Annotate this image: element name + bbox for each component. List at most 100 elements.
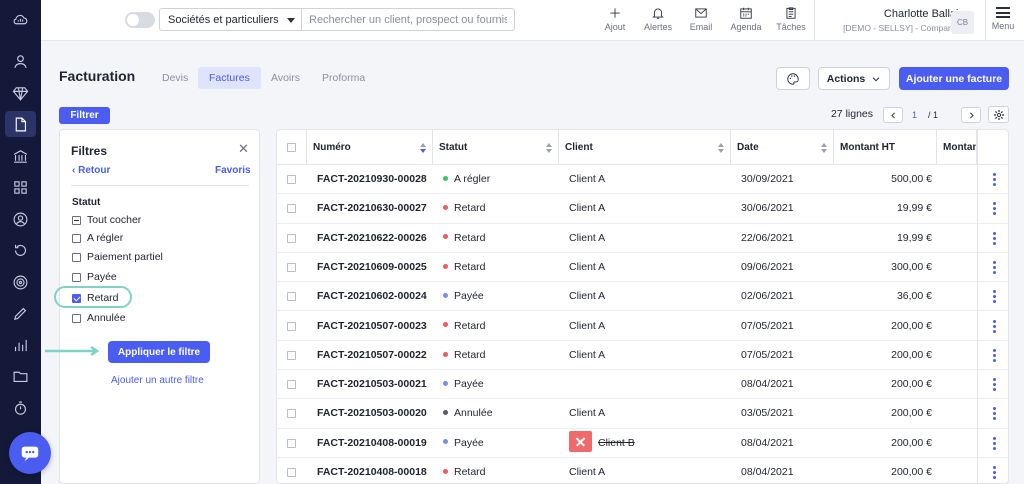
prev-page-button[interactable] — [883, 107, 903, 123]
pencil-icon[interactable] — [5, 300, 36, 326]
checkbox[interactable] — [72, 252, 81, 262]
row-checkbox[interactable] — [287, 262, 296, 272]
client-cell[interactable]: Client A — [569, 341, 605, 370]
column-montant[interactable]: Montant — [937, 130, 977, 165]
table-row[interactable]: FACT-20210630-00027 Retard Client A 30/06/2… — [277, 194, 1008, 224]
client-cell[interactable]: Client A — [569, 165, 605, 194]
invoice-number[interactable]: FACT-20210507-00023 — [317, 312, 427, 341]
table-row[interactable]: FACT-20210408-00019 Payée Client B 08/04/20… — [277, 429, 1008, 458]
close-icon[interactable]: ✕ — [238, 141, 249, 157]
agenda-button[interactable]: Agenda — [724, 6, 768, 32]
row-menu-icon[interactable] — [993, 319, 996, 333]
diamond-icon[interactable] — [5, 80, 36, 106]
invoice-number[interactable]: FACT-20210630-00027 — [317, 194, 427, 223]
cloud-logo-icon[interactable] — [5, 6, 36, 32]
select-all-checkbox[interactable] — [287, 143, 296, 152]
table-row[interactable]: FACT-20210503-00020 Annulée Client A 03/05/… — [277, 399, 1008, 429]
bar-chart-icon[interactable] — [5, 332, 36, 358]
invoice-number[interactable]: FACT-20210507-00022 — [317, 341, 427, 370]
chat-bubble-icon[interactable] — [9, 432, 51, 474]
table-row[interactable]: FACT-20210930-00028 A régler Client A 30/09… — [277, 165, 1008, 195]
client-cell[interactable]: Client A — [569, 458, 605, 483]
client-cell[interactable]: Client A — [569, 282, 605, 311]
avatar[interactable]: CB — [951, 11, 974, 34]
checkbox[interactable] — [72, 272, 81, 282]
menu-button[interactable]: Menu — [985, 5, 1021, 31]
filter-option-payee[interactable]: Payée — [72, 270, 117, 284]
client-cell[interactable]: Client A — [569, 399, 605, 428]
row-checkbox[interactable] — [287, 292, 296, 302]
column-date[interactable]: Date — [731, 130, 834, 165]
tasks-button[interactable]: Tâches — [769, 6, 813, 32]
invoice-number[interactable]: FACT-20210622-00026 — [317, 224, 427, 253]
client-type-select[interactable]: Sociétés et particuliers — [159, 8, 302, 31]
row-menu-icon[interactable] — [993, 290, 996, 304]
row-menu-icon[interactable] — [993, 260, 996, 274]
document-icon[interactable] — [5, 111, 36, 137]
column-client[interactable]: Client — [559, 130, 731, 165]
checkbox[interactable] — [72, 215, 81, 225]
invoice-number[interactable]: FACT-20210408-00019 — [317, 429, 427, 458]
row-menu-icon[interactable] — [993, 173, 996, 186]
row-menu-icon[interactable] — [993, 407, 996, 421]
apply-filter-button[interactable]: Appliquer le filtre — [108, 341, 210, 363]
filter-option-select-all[interactable]: Tout cocher — [72, 213, 141, 227]
filter-option-paiement-partiel[interactable]: Paiement partiel — [72, 250, 163, 264]
back-link[interactable]: ‹ Retour — [72, 165, 110, 176]
table-row[interactable]: FACT-20210609-00025 Retard Client A 09/06/2… — [277, 253, 1008, 283]
checkbox[interactable] — [72, 233, 81, 243]
email-button[interactable]: Email — [679, 6, 723, 32]
checkbox[interactable] — [72, 313, 81, 323]
client-cell[interactable]: Client A — [569, 194, 605, 223]
row-menu-icon[interactable] — [993, 202, 996, 216]
folder-icon[interactable] — [5, 363, 36, 389]
column-statut[interactable]: Statut — [433, 130, 559, 165]
table-row[interactable]: FACT-20210602-00024 Payée Client A 02/06/20… — [277, 282, 1008, 312]
row-menu-icon[interactable] — [993, 466, 996, 479]
table-row[interactable]: FACT-20210503-00021 Payée 08/04/2021 200,00… — [277, 370, 1008, 400]
add-invoice-button[interactable]: Ajouter une facture — [899, 67, 1009, 90]
filter-option-annulee[interactable]: Annulée — [72, 311, 126, 325]
row-menu-icon[interactable] — [993, 436, 996, 450]
table-settings-button[interactable] — [988, 106, 1009, 123]
actions-dropdown[interactable]: Actions — [818, 67, 890, 90]
refresh-icon[interactable] — [5, 237, 36, 263]
table-row[interactable]: FACT-20210408-00018 Retard Client A 08/04/2… — [277, 458, 1008, 483]
row-checkbox[interactable] — [287, 380, 296, 390]
bank-icon[interactable] — [5, 143, 36, 169]
client-cell[interactable]: Client A — [569, 253, 605, 282]
palette-button[interactable] — [776, 67, 810, 90]
client-cell[interactable]: Client A — [569, 312, 605, 341]
row-checkbox[interactable] — [287, 350, 296, 360]
invoice-number[interactable]: FACT-20210503-00020 — [317, 399, 427, 428]
row-checkbox[interactable] — [287, 468, 296, 477]
user-icon[interactable] — [5, 48, 36, 74]
favorites-link[interactable]: Favoris — [215, 165, 251, 176]
table-row[interactable]: FACT-20210622-00026 Retard Client A 22/06/2… — [277, 224, 1008, 253]
page-number[interactable]: 1 — [912, 110, 917, 120]
stopwatch-icon[interactable] — [5, 395, 36, 421]
invoice-number[interactable]: FACT-20210930-00028 — [317, 165, 427, 194]
tab-devis[interactable]: Devis — [151, 67, 199, 89]
next-page-button[interactable] — [961, 107, 981, 123]
invoice-number[interactable]: FACT-20210503-00021 — [317, 370, 427, 399]
target-icon[interactable] — [5, 269, 36, 295]
row-checkbox[interactable] — [287, 175, 296, 184]
filter-toggle-button[interactable]: Filtrer — [59, 107, 110, 124]
row-menu-icon[interactable] — [993, 348, 996, 362]
invoice-number[interactable]: FACT-20210602-00024 — [317, 282, 427, 311]
alerts-button[interactable]: Alertes — [636, 6, 680, 32]
column-montant-ht[interactable]: Montant HT — [834, 130, 937, 165]
column-numero[interactable]: Numéro — [307, 130, 433, 165]
row-checkbox[interactable] — [287, 409, 296, 419]
add-button[interactable]: Ajout — [593, 6, 637, 32]
row-checkbox[interactable] — [287, 321, 296, 331]
client-cell[interactable]: Client B — [569, 429, 635, 458]
tab-avoirs[interactable]: Avoirs — [260, 67, 311, 89]
company-toggle[interactable] — [125, 12, 155, 28]
tab-factures[interactable]: Factures — [198, 67, 261, 89]
invoice-number[interactable]: FACT-20210609-00025 — [317, 253, 427, 282]
filter-option-a-regler[interactable]: A régler — [72, 231, 123, 245]
table-row[interactable]: FACT-20210507-00022 Retard Client A 07/05/2… — [277, 341, 1008, 371]
row-checkbox[interactable] — [287, 204, 296, 214]
